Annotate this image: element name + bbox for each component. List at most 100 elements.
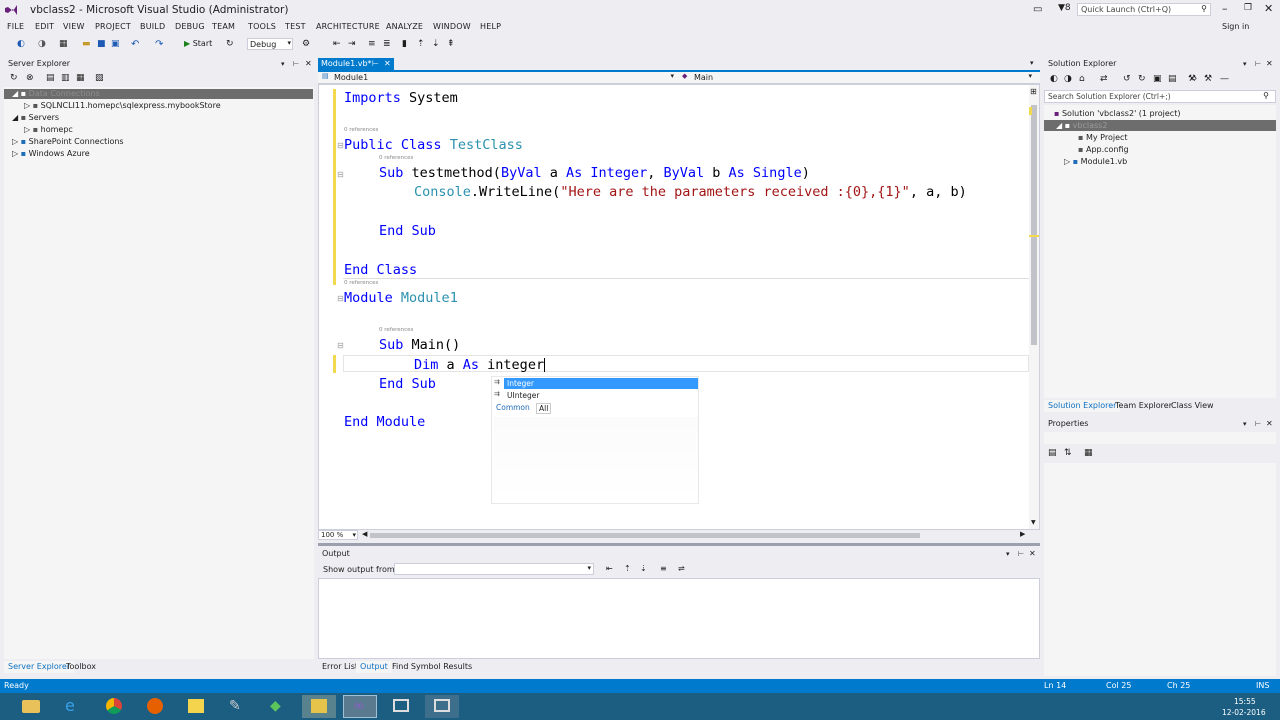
next-bookmark-icon[interactable]: ⇣ bbox=[432, 39, 442, 49]
collapse-icon[interactable]: ⊟ bbox=[337, 170, 344, 179]
menu-test[interactable]: TEST bbox=[285, 22, 306, 31]
scroll-left-icon[interactable]: ◀ bbox=[362, 530, 367, 538]
menu-team[interactable]: TEAM bbox=[212, 22, 235, 31]
menu-architecture[interactable]: ARCHITECTURE bbox=[316, 22, 380, 31]
format-icon[interactable]: ⇤ bbox=[333, 39, 343, 49]
menu-window[interactable]: WINDOW bbox=[433, 22, 471, 31]
references-codelens[interactable]: 0 references bbox=[344, 127, 378, 133]
attach-icon[interactable]: ⚙ bbox=[302, 39, 312, 49]
completion-item-selected[interactable]: Integer bbox=[504, 378, 698, 389]
dropdown-icon[interactable]: ▾ bbox=[1006, 548, 1010, 560]
minimize-button[interactable]: – bbox=[1222, 2, 1228, 15]
config-dropdown[interactable]: Debug ▾ bbox=[247, 38, 293, 50]
pin-icon[interactable]: ⊢ bbox=[1255, 418, 1261, 430]
azure-icon[interactable]: ▦ bbox=[76, 73, 85, 83]
open-file-icon[interactable]: ▬ bbox=[82, 39, 92, 49]
code-editor[interactable]: ⊟ ⊟ ⊟ ⊟ Imports System 0 references Publ… bbox=[318, 84, 1040, 530]
forward-icon[interactable]: ◑ bbox=[1064, 74, 1072, 84]
redo-icon[interactable]: ↷ bbox=[155, 39, 165, 50]
show-all-icon[interactable]: ▤ bbox=[1168, 74, 1177, 84]
tab-all[interactable]: All bbox=[536, 403, 552, 414]
scroll-down-icon[interactable]: ▼ bbox=[1031, 519, 1036, 526]
output-source-dropdown[interactable]: ▾ bbox=[394, 563, 594, 575]
scroll-right-icon[interactable]: ▶ bbox=[1020, 530, 1025, 538]
dropdown-icon[interactable]: ▾ bbox=[1243, 58, 1247, 70]
close-tab-icon[interactable]: ✕ bbox=[384, 58, 391, 70]
start-button[interactable]: ▶ Start bbox=[184, 39, 212, 48]
tree-item-module1[interactable]: ▷ ▪ Module1.vb bbox=[1064, 156, 1127, 167]
tab-find-symbol-results[interactable]: Find Symbol Results bbox=[388, 661, 476, 673]
close-icon[interactable]: ✕ bbox=[1029, 548, 1036, 560]
refresh-icon[interactable]: ↻ bbox=[1138, 74, 1146, 84]
menu-tools[interactable]: TOOLS bbox=[248, 22, 276, 31]
firefox-icon[interactable] bbox=[138, 695, 172, 718]
bookmark-icon[interactable]: ▮ bbox=[402, 39, 412, 49]
refresh-icon[interactable]: ↻ bbox=[226, 39, 236, 49]
quick-launch-input[interactable]: Quick Launch (Ctrl+Q) ⚲ bbox=[1077, 3, 1211, 16]
menu-project[interactable]: PROJECT bbox=[95, 22, 131, 31]
word-wrap-icon[interactable]: ⇌ bbox=[678, 564, 685, 573]
tool-icon[interactable]: ✎ bbox=[220, 695, 254, 718]
close-icon[interactable]: ✕ bbox=[305, 58, 312, 70]
connect-db-icon[interactable]: ▤ bbox=[46, 73, 55, 83]
references-codelens[interactable]: 0 references bbox=[379, 327, 413, 333]
tree-item-data-connections[interactable]: ◢ ▪ Data Connections bbox=[12, 88, 100, 99]
connect-server-icon[interactable]: ▥ bbox=[61, 73, 70, 83]
splitter[interactable] bbox=[318, 543, 1040, 546]
pin-icon[interactable]: ⊢ bbox=[372, 58, 379, 70]
collapse-all-icon[interactable]: ▣ bbox=[1153, 74, 1162, 84]
categorized-icon[interactable]: ▤ bbox=[1048, 448, 1057, 458]
calculator-icon[interactable] bbox=[302, 695, 336, 718]
find-message-icon[interactable]: ⇤ bbox=[606, 564, 613, 573]
clear-bookmark-icon[interactable]: ⇞ bbox=[447, 39, 457, 49]
menu-analyze[interactable]: ANALYZE bbox=[386, 22, 423, 31]
menu-help[interactable]: HELP bbox=[480, 22, 501, 31]
menu-file[interactable]: FILE bbox=[7, 22, 24, 31]
editor-tab[interactable]: Module1.vb* ⊢ ✕ bbox=[318, 58, 394, 70]
back-icon[interactable]: ◐ bbox=[1050, 74, 1058, 84]
tree-item-app-config[interactable]: ▪ App.config bbox=[1078, 144, 1129, 155]
tree-item-homepc[interactable]: ▷ ▪ homepc bbox=[24, 124, 73, 135]
folder-icon[interactable] bbox=[179, 695, 213, 718]
pin-icon[interactable]: ⊢ bbox=[293, 58, 299, 70]
tree-item-sql-connection[interactable]: ▷ ▪ SQLNCLI11.homepc\sqlexpress.mybookSt… bbox=[24, 100, 221, 111]
scroll-thumb[interactable] bbox=[1031, 105, 1037, 345]
save-all-icon[interactable]: ▣ bbox=[111, 39, 121, 49]
completion-item[interactable]: UInteger bbox=[507, 391, 539, 400]
new-project-icon[interactable]: ▦ bbox=[59, 39, 69, 49]
prev-bookmark-icon[interactable]: ⇡ bbox=[417, 39, 427, 49]
window-icon[interactable] bbox=[384, 695, 418, 718]
intellisense-popup[interactable]: Integer ⇉ ⇉ UInteger Common All bbox=[491, 376, 699, 504]
tree-item-azure[interactable]: ▷ ▪ Windows Azure bbox=[12, 148, 90, 159]
solution-search-input[interactable]: Search Solution Explorer (Ctrl+;) ⚲ bbox=[1044, 90, 1276, 103]
clear-icon[interactable]: ≡ bbox=[660, 564, 667, 573]
minus-icon[interactable]: — bbox=[1220, 74, 1229, 84]
member-dropdown[interactable]: ◆ Main ▾ bbox=[680, 72, 1036, 83]
settings-icon[interactable]: ⚒ bbox=[1204, 74, 1212, 84]
property-pages-icon[interactable]: ▦ bbox=[1084, 448, 1093, 458]
collapse-icon[interactable]: ⊟ bbox=[337, 141, 344, 150]
notifications-icon[interactable]: ▭ bbox=[1033, 4, 1042, 15]
close-icon[interactable]: ✕ bbox=[1266, 58, 1273, 70]
tree-item-my-project[interactable]: ▪ My Project bbox=[1078, 132, 1128, 143]
prev-message-icon[interactable]: ⇡ bbox=[624, 564, 631, 573]
vertical-scrollbar[interactable]: ⊞ ▼ bbox=[1029, 85, 1039, 529]
app-icon[interactable]: ◆ bbox=[261, 695, 295, 718]
forward-icon[interactable]: ◑ bbox=[38, 39, 48, 49]
refresh-icon[interactable]: ↻ bbox=[10, 73, 18, 83]
tab-solution-explorer[interactable]: Solution Explorer bbox=[1044, 400, 1121, 412]
close-icon[interactable]: ✕ bbox=[1266, 418, 1273, 430]
home-icon[interactable]: ⌂ bbox=[1079, 74, 1085, 84]
close-button[interactable]: ✕ bbox=[1264, 2, 1273, 15]
tree-item-sharepoint[interactable]: ▷ ▪ SharePoint Connections bbox=[12, 136, 124, 147]
tree-item-solution[interactable]: ▪ Solution 'vbclass2' (1 project) bbox=[1054, 108, 1180, 119]
restore-button[interactable]: ❐ bbox=[1244, 3, 1252, 13]
class-dropdown[interactable]: ▤ Module1 ▾ bbox=[320, 72, 678, 83]
indent-icon[interactable]: ⇥ bbox=[348, 39, 358, 49]
internet-explorer-icon[interactable]: e bbox=[56, 695, 90, 718]
alphabetical-icon[interactable]: ⇅ bbox=[1064, 448, 1072, 458]
chrome-icon[interactable] bbox=[97, 695, 131, 718]
file-explorer-icon[interactable] bbox=[14, 695, 48, 718]
references-codelens[interactable]: 0 references bbox=[379, 155, 413, 161]
undo-icon[interactable]: ↶ bbox=[131, 39, 141, 50]
